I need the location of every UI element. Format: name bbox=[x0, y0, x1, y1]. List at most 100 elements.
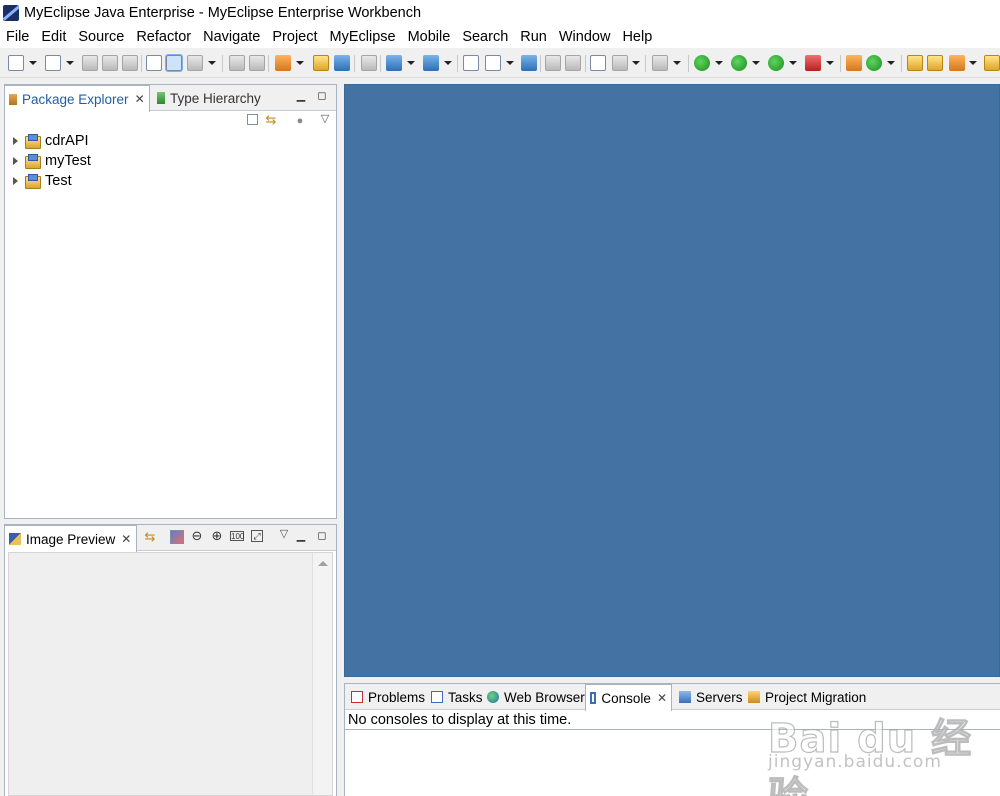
refresh-icon[interactable] bbox=[866, 55, 882, 71]
tree-item-mytest[interactable]: myTest bbox=[13, 151, 91, 171]
menu-source[interactable]: Source bbox=[72, 26, 130, 48]
deploy-dropdown[interactable] bbox=[296, 61, 304, 65]
tree-item-cdrapi[interactable]: cdrAPI bbox=[13, 131, 89, 151]
package-icon[interactable] bbox=[313, 55, 329, 71]
new-project-icon[interactable] bbox=[45, 55, 61, 71]
build-dropdown[interactable] bbox=[208, 61, 216, 65]
run-dropdown[interactable] bbox=[752, 61, 760, 65]
open-folder-2-icon[interactable] bbox=[927, 55, 943, 71]
menu-navigate[interactable]: Navigate bbox=[197, 26, 266, 48]
actual-size-icon[interactable]: 100 bbox=[230, 531, 244, 541]
save-icon[interactable] bbox=[82, 55, 98, 71]
undo-icon[interactable] bbox=[229, 55, 245, 71]
refresh-dropdown[interactable] bbox=[887, 61, 895, 65]
fit-window-icon[interactable]: ⤢ bbox=[251, 530, 263, 542]
tab-console[interactable]: Console ✕ bbox=[585, 684, 672, 711]
new-wizard-dropdown[interactable] bbox=[29, 61, 37, 65]
close-icon[interactable]: ✕ bbox=[121, 532, 131, 546]
new-project-dropdown[interactable] bbox=[66, 61, 74, 65]
open-folder-icon[interactable] bbox=[907, 55, 923, 71]
menu-edit[interactable]: Edit bbox=[35, 26, 72, 48]
menu-refactor[interactable]: Refactor bbox=[130, 26, 197, 48]
screenshot-icon[interactable] bbox=[652, 55, 668, 71]
tab-problems[interactable]: Problems bbox=[347, 684, 429, 710]
link-icon[interactable]: ⇆ bbox=[143, 530, 157, 544]
toolbar-separator bbox=[380, 55, 381, 72]
tab-package-explorer[interactable]: Package Explorer ✕ bbox=[4, 85, 150, 112]
view-menu-filter-icon[interactable]: ● bbox=[293, 114, 307, 128]
tree-item-test[interactable]: Test bbox=[13, 171, 72, 191]
menu-help[interactable]: Help bbox=[616, 26, 658, 48]
menu-window[interactable]: Window bbox=[553, 26, 617, 48]
maximize-icon[interactable]: ◻ bbox=[315, 89, 329, 103]
new-interface-dropdown[interactable] bbox=[444, 61, 452, 65]
tab-servers[interactable]: Servers bbox=[675, 684, 747, 710]
deploy-icon[interactable] bbox=[275, 55, 291, 71]
toggle-mark-occurrences-icon[interactable] bbox=[165, 54, 183, 72]
vertical-scrollbar[interactable] bbox=[312, 553, 332, 795]
menu-search[interactable]: Search bbox=[456, 26, 514, 48]
tab-project-migration[interactable]: Project Migration bbox=[744, 684, 870, 710]
scroll-up-arrow-icon[interactable] bbox=[318, 561, 328, 566]
tab-image-preview[interactable]: Image Preview ✕ bbox=[4, 525, 137, 552]
open-file-dropdown[interactable] bbox=[506, 61, 514, 65]
cube-icon[interactable] bbox=[334, 55, 350, 71]
previous-annotation-icon[interactable] bbox=[545, 55, 561, 71]
hammer-build-icon[interactable] bbox=[187, 55, 203, 71]
view-menu-chevron-down-icon[interactable]: ▽ bbox=[318, 112, 332, 126]
redo-icon[interactable] bbox=[249, 55, 265, 71]
tab-type-hierarchy[interactable]: Type Hierarchy bbox=[153, 85, 303, 111]
new-wizard-icon[interactable] bbox=[8, 55, 24, 71]
expand-chevron-icon[interactable] bbox=[13, 137, 18, 145]
console-icon bbox=[590, 692, 597, 704]
run-external-icon[interactable] bbox=[768, 55, 784, 71]
open-file-icon[interactable] bbox=[485, 55, 501, 71]
globe-icon[interactable] bbox=[521, 55, 537, 71]
close-icon[interactable]: ✕ bbox=[135, 92, 145, 106]
server-dropdown[interactable] bbox=[826, 61, 834, 65]
new-class-dropdown[interactable] bbox=[407, 61, 415, 65]
editor-area[interactable] bbox=[344, 84, 1000, 677]
link-with-editor-icon[interactable]: ⇆ bbox=[264, 113, 278, 127]
print-icon[interactable] bbox=[122, 55, 138, 71]
minimize-icon[interactable]: ▁ bbox=[294, 529, 308, 543]
menu-project[interactable]: Project bbox=[266, 26, 323, 48]
pin-icon[interactable] bbox=[949, 55, 965, 71]
zoom-in-icon[interactable]: ⊕ bbox=[210, 529, 224, 543]
fit-image-icon[interactable] bbox=[170, 530, 184, 544]
close-icon[interactable]: ✕ bbox=[657, 691, 667, 705]
pin-dropdown[interactable] bbox=[969, 61, 977, 65]
expand-chevron-icon[interactable] bbox=[13, 177, 18, 185]
open-perspective-icon[interactable] bbox=[463, 55, 479, 71]
tab-web-browser[interactable]: Web Browser bbox=[483, 684, 589, 710]
search-dropdown[interactable] bbox=[632, 61, 640, 65]
menu-mobile[interactable]: Mobile bbox=[402, 26, 457, 48]
save-all-icon[interactable] bbox=[102, 55, 118, 71]
search-toolbar-icon[interactable] bbox=[612, 55, 628, 71]
menu-run[interactable]: Run bbox=[514, 26, 553, 48]
view-menu-chevron-down-icon[interactable]: ▽ bbox=[277, 527, 291, 541]
debug-dropdown[interactable] bbox=[715, 61, 723, 65]
web-service-icon[interactable] bbox=[361, 55, 377, 71]
collapse-all-icon[interactable] bbox=[247, 114, 258, 125]
minimize-icon[interactable]: ▁ bbox=[294, 89, 308, 103]
zoom-out-icon[interactable]: ⊖ bbox=[190, 529, 204, 543]
new-interface-icon[interactable] bbox=[423, 55, 439, 71]
gift-icon[interactable] bbox=[846, 55, 862, 71]
menu-myeclipse[interactable]: MyEclipse bbox=[324, 26, 402, 48]
expand-chevron-icon[interactable] bbox=[13, 157, 18, 165]
new-class-icon[interactable] bbox=[386, 55, 402, 71]
run-icon[interactable] bbox=[731, 55, 747, 71]
next-annotation-icon[interactable] bbox=[565, 55, 581, 71]
menu-file[interactable]: File bbox=[0, 26, 35, 48]
tab-tasks[interactable]: Tasks bbox=[427, 684, 487, 710]
screenshot-dropdown[interactable] bbox=[673, 61, 681, 65]
tab-web-browser-label: Web Browser bbox=[504, 689, 585, 705]
new-web-project-icon[interactable] bbox=[590, 55, 606, 71]
run-external-dropdown[interactable] bbox=[789, 61, 797, 65]
open-type-icon[interactable] bbox=[146, 55, 162, 71]
debug-icon[interactable] bbox=[694, 55, 710, 71]
maximize-icon[interactable]: ◻ bbox=[315, 529, 329, 543]
stop-server-icon[interactable] bbox=[805, 55, 821, 71]
folder-icon[interactable] bbox=[984, 55, 1000, 71]
